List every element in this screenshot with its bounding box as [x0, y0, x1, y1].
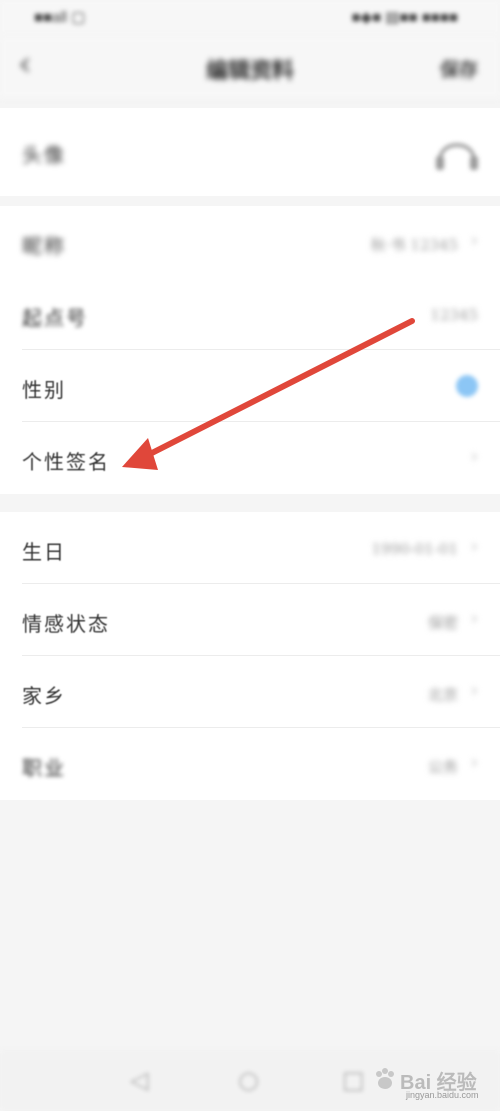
- chevron-right-icon: ›: [470, 608, 478, 629]
- qidian-id-row: 起点号 12345: [0, 278, 500, 350]
- watermark-url: jingyan.baidu.com: [406, 1090, 479, 1100]
- avatar-section: 头像: [0, 108, 500, 196]
- signature-label: 个性签名: [22, 450, 110, 474]
- nickname-label: 昵称: [22, 234, 66, 258]
- nickname-row[interactable]: 昵称 秋·书 12345 ›: [0, 206, 500, 278]
- navigation-bar: ‹ 编辑资料 保存: [0, 36, 500, 98]
- nickname-value: 秋·书 12345: [370, 236, 458, 254]
- occupation-value: 公务: [427, 758, 458, 776]
- page-title: 编辑资料: [205, 58, 294, 84]
- chevron-right-icon: ›: [470, 680, 478, 701]
- gender-label: 性别: [22, 378, 66, 402]
- nav-recent-icon[interactable]: □: [342, 1066, 365, 1094]
- qidian-id-value: 12345: [430, 306, 478, 324]
- nav-home-icon[interactable]: ○: [238, 1066, 259, 1094]
- status-bar-left: ■■all ▢: [34, 9, 86, 26]
- relationship-value: 保密: [427, 614, 458, 632]
- occupation-label: 职业: [22, 756, 66, 780]
- avatar-row[interactable]: 头像: [0, 108, 500, 196]
- qidian-id-label: 起点号: [22, 306, 88, 330]
- chevron-right-icon: ›: [470, 752, 478, 773]
- gender-row[interactable]: 性别: [0, 350, 500, 422]
- birthday-row[interactable]: 生日 1990-01-01 ›: [0, 512, 500, 584]
- basic-info-section: 昵称 秋·书 12345 › 起点号 12345 性别 个性签名 ›: [0, 206, 500, 494]
- chevron-right-icon: ›: [470, 536, 478, 557]
- gender-indicator-icon[interactable]: [456, 375, 478, 397]
- details-section: 生日 1990-01-01 › 情感状态 保密 › 家乡 北京 › 职业 公务 …: [0, 512, 500, 800]
- avatar-label: 头像: [22, 143, 66, 167]
- signature-row[interactable]: 个性签名 ›: [0, 422, 500, 494]
- occupation-row[interactable]: 职业 公务 ›: [0, 728, 500, 800]
- hometown-label: 家乡: [22, 684, 66, 708]
- hometown-value: 北京: [427, 686, 458, 704]
- birthday-value: 1990-01-01: [371, 540, 458, 558]
- save-button[interactable]: 保存: [440, 55, 478, 82]
- chevron-right-icon: ›: [470, 230, 478, 251]
- paw-logo-icon: [376, 1068, 394, 1089]
- status-bar: ■■all ▢ ■◆■ ▤■■ ■■■■: [0, 0, 500, 36]
- nav-back-icon[interactable]: ◁: [130, 1066, 148, 1094]
- avatar-placeholder-icon: [436, 143, 478, 170]
- chevron-right-icon: ›: [470, 446, 478, 467]
- status-bar-right: ■◆■ ▤■■ ■■■■: [351, 9, 458, 26]
- baidu-jingyan-watermark: Bai 经验 jingyan.baidu.com: [372, 1058, 492, 1104]
- relationship-row[interactable]: 情感状态 保密 ›: [0, 584, 500, 656]
- hometown-row[interactable]: 家乡 北京 ›: [0, 656, 500, 728]
- relationship-label: 情感状态: [22, 612, 110, 636]
- birthday-label: 生日: [22, 540, 66, 564]
